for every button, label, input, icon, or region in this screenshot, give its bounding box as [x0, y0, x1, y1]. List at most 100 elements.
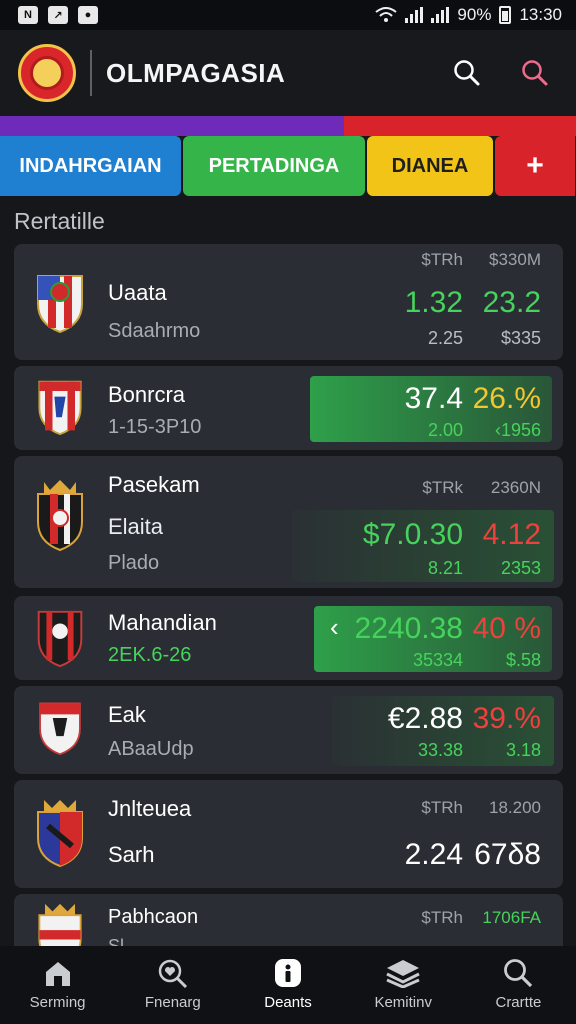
status-bar: N ↗ ● 90% 13:30 — [0, 0, 576, 30]
club-crest-icon — [37, 480, 83, 552]
clock: 13:30 — [519, 5, 562, 24]
col1-header: $TRh — [421, 798, 463, 817]
item-name: Pabhcaon — [108, 906, 199, 928]
col2-sub: $.58 — [505, 650, 541, 670]
nav-item-kemitinv[interactable]: Kemitinv — [346, 946, 461, 1024]
col1-header: $TRh — [421, 908, 463, 927]
info-icon — [275, 959, 301, 987]
header-divider — [90, 50, 92, 96]
col2-sub: ‹1956 — [494, 420, 541, 440]
nav-item-fnenarg[interactable]: Fnenarg — [115, 946, 230, 1024]
col2-header: $330M — [489, 250, 541, 269]
item-subtitle-2: Plado — [108, 552, 160, 574]
club-crest-icon — [37, 800, 83, 868]
notification-n-icon: N — [18, 6, 38, 24]
col2-header: 18.200 — [489, 798, 541, 817]
nav-label: Kemitinv — [374, 994, 432, 1011]
add-tab-button[interactable]: + — [495, 136, 575, 196]
search-button[interactable] — [452, 58, 482, 88]
nav-label: Deants — [264, 994, 312, 1011]
nav-label: Serming — [29, 994, 86, 1011]
col2-value: 23.2 — [482, 286, 541, 319]
item-subtitle: 1-15-3P10 — [108, 416, 202, 438]
search-pink-icon — [522, 60, 548, 86]
tab-indahrgaian[interactable]: INDAHRGAIAN — [0, 136, 181, 196]
signal-icon — [405, 7, 424, 23]
stack-icon — [386, 960, 420, 988]
list-item[interactable]: Jnlteuea Sarh $TRh 18.200 2.24 67δ8 — [14, 780, 563, 888]
notification-app-icon: ● — [78, 6, 98, 24]
app-title: OLMPAGASIA — [106, 57, 286, 88]
club-crest-icon — [38, 380, 82, 436]
app-header: OLMPAGASIA — [0, 30, 576, 116]
item-subtitle: 2EK.6-26 — [108, 644, 192, 666]
trend-arrow-icon: ‹ — [330, 612, 339, 642]
list-item[interactable]: Pasekam Elaita Plado $TRk 2360N $7.0.30 … — [14, 456, 563, 588]
item-subtitle: Sdaahrmo — [108, 320, 201, 342]
col1-sub: 2.00 — [427, 420, 463, 440]
item-name: Pasekam — [108, 472, 200, 497]
col1-value: 2.24 — [404, 838, 463, 871]
section-title: Rertatille — [14, 208, 105, 234]
bottom-nav: Serming Fnenarg Deants Kemitinv Crartte — [0, 946, 576, 1024]
accent-band — [0, 116, 576, 136]
tab-dianea[interactable]: DIANEA — [367, 136, 493, 196]
item-name: Jnlteuea — [108, 796, 192, 821]
filter-search-button[interactable] — [520, 58, 550, 88]
item-subtitle: Sl... — [108, 936, 140, 946]
list-item[interactable]: Mahandian 2EK.6-26 ‹ 2240.38 40 % 35334 … — [14, 596, 563, 680]
col2-value: 39.% — [472, 702, 541, 735]
item-name: Mahandian — [108, 610, 217, 635]
col1-sub: 35334 — [412, 650, 463, 670]
search-icon — [504, 959, 533, 988]
col2-value: 26.% — [472, 382, 541, 415]
col2-sub: 2353 — [500, 558, 541, 578]
club-crest-icon — [39, 702, 81, 756]
nav-label: Crartte — [495, 994, 542, 1011]
col2-value: 40 % — [472, 612, 541, 645]
battery-percent: 90% — [457, 5, 492, 24]
col2-header: 1706FA — [482, 908, 541, 927]
nav-item-serming[interactable]: Serming — [0, 946, 115, 1024]
col1-header: $TRh — [421, 250, 463, 269]
item-name: Eak — [108, 702, 146, 727]
list-item[interactable]: Pabhcaon Sl... $TRh 1706FA — [14, 894, 563, 946]
col2-sub: 3.18 — [505, 740, 541, 760]
item-subtitle: Sarh — [108, 842, 155, 867]
search-icon — [454, 60, 480, 86]
app-logo[interactable] — [18, 44, 76, 102]
nav-label: Fnenarg — [144, 994, 201, 1011]
col1-value: €2.88 — [387, 702, 463, 735]
tab-pertadinga[interactable]: PERTADINGA — [183, 136, 365, 196]
list-item[interactable]: Uaata Sdaahrmo $TRh $330M 1.32 23.2 2.25… — [14, 244, 563, 360]
item-subtitle: Elaita — [108, 514, 164, 539]
nav-item-deants[interactable]: Deants — [230, 946, 345, 1024]
col1-value: $7.0.30 — [362, 518, 463, 551]
item-name: Uaata — [108, 280, 167, 305]
col1-sub: 2.25 — [427, 328, 463, 348]
col1-value: 37.4 — [404, 382, 463, 415]
notification-arrow-icon: ↗ — [48, 6, 68, 24]
club-crest-icon — [37, 610, 83, 668]
col2-value: 67δ8 — [474, 838, 541, 871]
item-subtitle: ABaaUdp — [108, 738, 194, 760]
club-crest-icon — [38, 903, 82, 946]
item-name: Bonrcra — [108, 382, 186, 407]
col2-sub: $335 — [500, 328, 541, 348]
list-item[interactable]: Bonrcra 1-15-3P10 37.4 26.% 2.00 ‹1956 — [14, 366, 563, 450]
col1-header: $TRk — [422, 478, 463, 497]
nav-item-crartte[interactable]: Crartte — [461, 946, 576, 1024]
list-item[interactable]: Eak ABaaUdp €2.88 39.% 33.38 3.18 — [14, 686, 563, 774]
col1-sub: 8.21 — [427, 558, 463, 578]
club-crest-icon — [37, 275, 83, 334]
col2-value: 4.12 — [482, 518, 541, 551]
battery-icon — [499, 6, 512, 24]
search-heart-icon — [158, 959, 187, 988]
col1-value: 1.32 — [404, 286, 463, 319]
col1-sub: 33.38 — [417, 740, 463, 760]
home-icon — [45, 962, 70, 986]
col2-header: 2360N — [490, 478, 541, 497]
wifi-icon — [375, 7, 398, 22]
col1-value: 2240.38 — [354, 612, 463, 645]
notification-icons: N ↗ ● — [18, 6, 98, 24]
